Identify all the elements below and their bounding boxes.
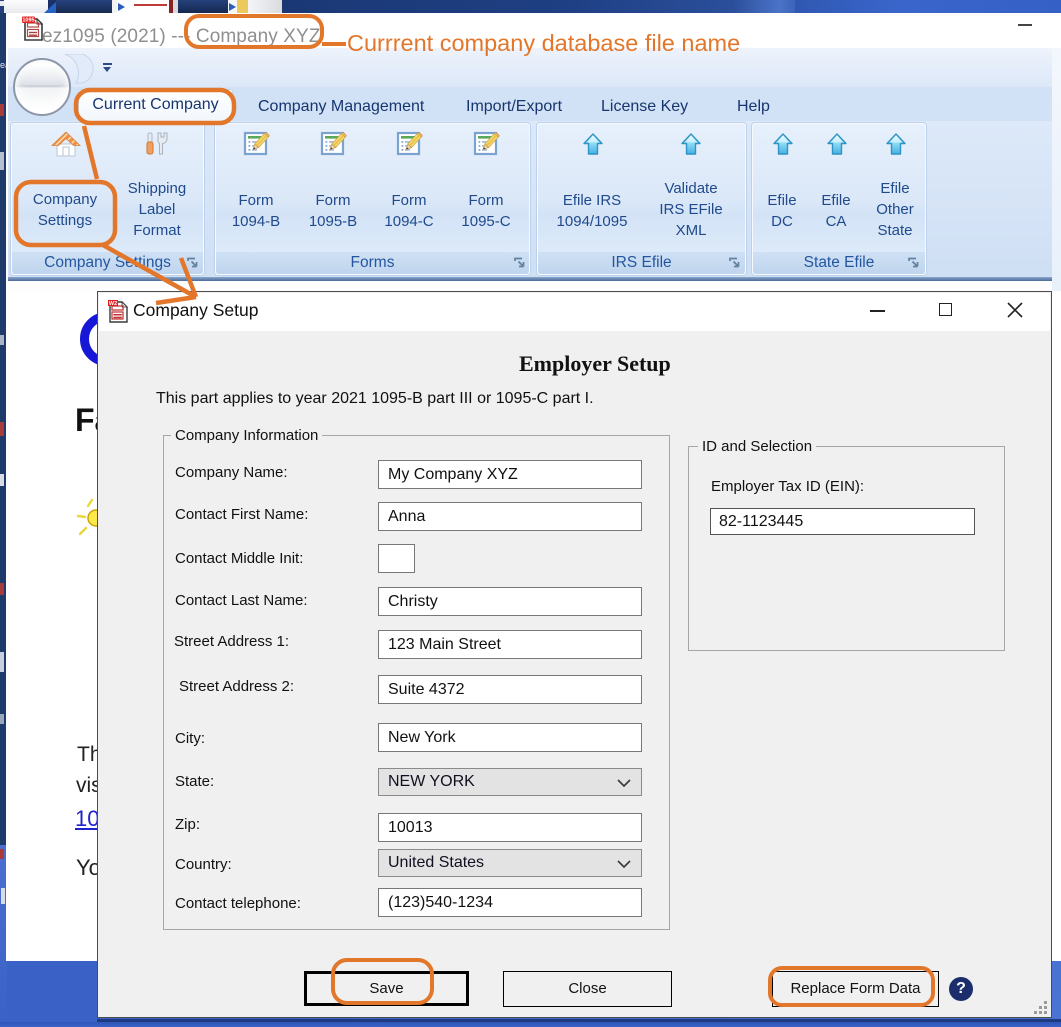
svg-text:Currrent company database file: Currrent company database file name [347,30,740,56]
